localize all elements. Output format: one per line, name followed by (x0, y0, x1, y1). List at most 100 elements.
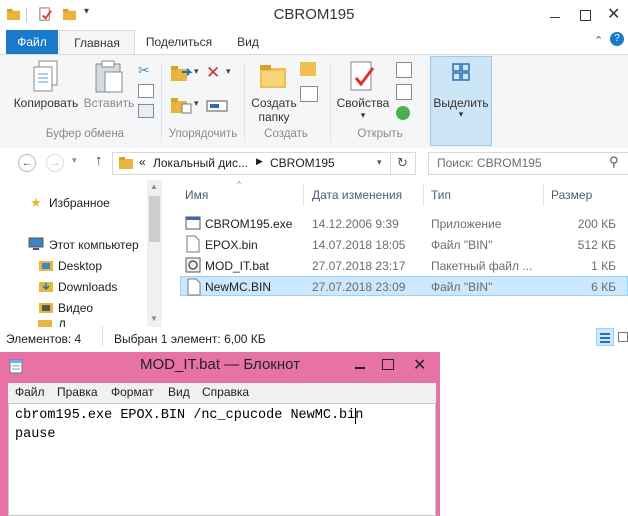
copy-to-icon[interactable] (170, 96, 194, 116)
delete-icon[interactable]: ✕ (206, 63, 220, 83)
large-icons-view-button[interactable] (616, 328, 628, 346)
bin-file-icon (186, 235, 200, 253)
address-dropdown-icon[interactable]: ▾ (377, 157, 382, 168)
details-view-button[interactable] (596, 328, 614, 346)
properties-button[interactable]: Свойства ▾ (332, 58, 394, 124)
scroll-up-icon[interactable]: ▲ (150, 182, 158, 191)
nav-scrollbar[interactable]: ▲ ▼ (147, 180, 162, 327)
nav-video[interactable]: Видео (58, 301, 93, 315)
breadcrumb-overflow[interactable]: « (139, 155, 146, 169)
column-divider[interactable] (303, 184, 304, 206)
desktop-folder-icon (39, 261, 53, 271)
new-item-icon[interactable] (300, 62, 316, 76)
menu-help[interactable]: Справка (202, 385, 249, 399)
paste-label: Вставить (83, 96, 135, 110)
table-row-selected[interactable]: NewMC.BIN 27.07.2018 23:09 Файл "BIN" 6 … (180, 276, 628, 296)
nav-partial-item: Д (38, 320, 158, 327)
search-icon: ⚲ (609, 154, 619, 169)
column-divider[interactable] (423, 184, 424, 206)
paste-shortcut-icon[interactable] (138, 104, 154, 118)
ribbon-separator (244, 62, 245, 142)
breadcrumb-folder[interactable]: CBROM195 (270, 156, 335, 170)
nav-this-pc[interactable]: Этот компьютер (49, 238, 139, 252)
tab-file[interactable]: Файл (6, 30, 58, 54)
table-row[interactable]: EPOX.bin 14.07.2018 18:05 Файл "BIN" 512… (180, 234, 628, 254)
tab-home[interactable]: Главная (59, 30, 135, 55)
column-name[interactable]: Имя (185, 188, 208, 202)
easy-access-icon[interactable] (300, 86, 318, 102)
open-icon[interactable] (396, 62, 412, 78)
file-size: 512 КБ (577, 238, 616, 252)
file-size: 6 КБ (591, 280, 616, 294)
exe-file-icon (185, 216, 201, 230)
close-icon: ✕ (413, 357, 427, 374)
help-icon[interactable]: ? (610, 32, 624, 46)
move-to-dropdown-icon[interactable]: ▾ (194, 66, 199, 77)
column-type[interactable]: Тип (431, 188, 451, 202)
bin-file-icon (187, 278, 201, 296)
notepad-maximize-button[interactable] (374, 352, 402, 378)
breadcrumb-drive[interactable]: Локальный дис... (153, 156, 248, 170)
menu-edit[interactable]: Правка (57, 385, 98, 399)
select-button[interactable]: Выделить ▾ (430, 56, 492, 146)
text-line: pause (15, 427, 56, 442)
nav-scrollbar-thumb[interactable] (149, 196, 160, 242)
column-divider[interactable] (543, 184, 544, 206)
close-button[interactable]: ✕ (598, 0, 628, 30)
search-input[interactable]: Поиск: CBROM195 ⚲ (428, 152, 628, 175)
rename-icon[interactable] (206, 98, 228, 114)
new-folder-label-1: Создать (251, 96, 297, 110)
nav-desktop[interactable]: Desktop (58, 259, 102, 273)
new-folder-button[interactable]: Создать папку (246, 58, 302, 124)
address-bar[interactable]: « Локальный дис... ▶ CBROM195 ▾ (112, 152, 392, 175)
scroll-down-icon[interactable]: ▼ (150, 314, 158, 323)
tab-share[interactable]: Поделиться (140, 30, 218, 54)
edit-icon[interactable] (396, 84, 412, 100)
copy-path-icon[interactable] (138, 84, 154, 98)
cut-icon[interactable]: ✂ (138, 62, 150, 79)
table-row[interactable]: CBROM195.exe 14.12.2006 9:39 Приложение … (180, 213, 628, 233)
forward-button[interactable]: → (46, 154, 64, 172)
copy-to-dropdown-icon[interactable]: ▾ (194, 98, 199, 109)
delete-dropdown-icon[interactable]: ▾ (226, 66, 231, 77)
new-folder-label-2: папку (258, 110, 290, 124)
refresh-button[interactable]: ↻ (390, 152, 416, 175)
file-name: MOD_IT.bat (205, 259, 270, 273)
folder-icon (119, 157, 133, 169)
column-date[interactable]: Дата изменения (312, 188, 402, 202)
table-row[interactable]: MOD_IT.bat 27.07.2018 23:17 Пакетный фай… (180, 255, 628, 275)
maximize-button[interactable] (570, 0, 600, 30)
move-to-icon[interactable] (170, 64, 194, 84)
window-title: CBROM195 (273, 6, 355, 23)
maximize-icon (382, 359, 394, 370)
up-button[interactable]: ↑ (95, 152, 103, 169)
properties-label: Свойства (336, 96, 390, 110)
ribbon-collapse-icon[interactable]: ⌃ (594, 34, 603, 47)
copy-button[interactable]: Копировать (10, 58, 82, 124)
refresh-icon: ↻ (397, 155, 408, 170)
menu-format[interactable]: Формат (111, 385, 154, 399)
file-date: 27.07.2018 23:09 (312, 280, 406, 294)
menu-file[interactable]: Файл (15, 385, 45, 399)
recent-dropdown-icon[interactable]: ▾ (72, 155, 77, 166)
nav-favorites[interactable]: Избранное (49, 196, 110, 210)
open-group-label: Открыть (357, 128, 403, 140)
tab-view[interactable]: Вид (226, 30, 270, 54)
status-bar (0, 328, 628, 350)
nav-downloads[interactable]: Downloads (58, 280, 117, 294)
notepad-text-area[interactable]: cbrom195.exe EPOX.BIN /nc_cpucode NewMC.… (8, 403, 436, 516)
back-button[interactable]: ← (18, 154, 36, 172)
menu-view[interactable]: Вид (168, 385, 190, 399)
paste-button[interactable]: Вставить (82, 58, 136, 124)
maximize-icon (580, 10, 591, 21)
column-size[interactable]: Размер (551, 188, 592, 202)
properties-dropdown-icon: ▾ (360, 110, 366, 120)
partial-folder-icon (38, 320, 52, 327)
nav-partial-label: Д (58, 320, 67, 327)
minimize-button[interactable] (540, 0, 570, 30)
breadcrumb-separator-icon[interactable]: ▶ (256, 156, 263, 167)
details-view-icon (600, 333, 610, 335)
history-icon[interactable] (396, 106, 410, 120)
notepad-close-button[interactable]: ✕ (402, 352, 438, 378)
notepad-minimize-button[interactable] (346, 352, 374, 378)
